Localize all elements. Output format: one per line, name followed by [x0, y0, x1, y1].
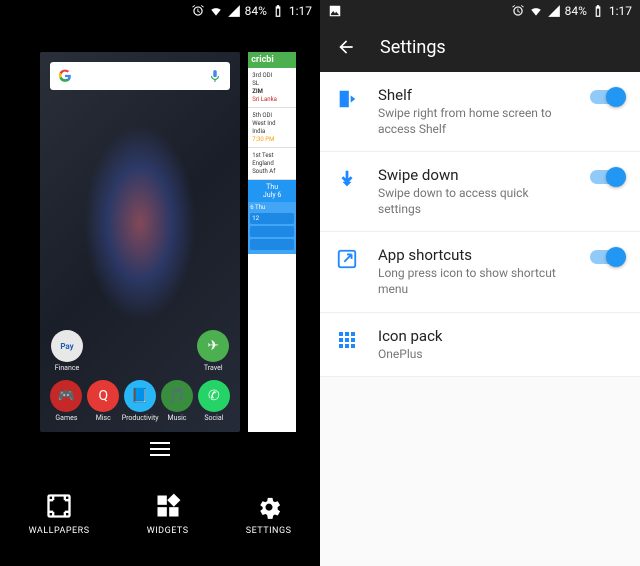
battery-icon [591, 4, 605, 18]
swipe-down-icon [336, 168, 358, 190]
clock-text: 1:17 [609, 4, 632, 18]
launcher-actions: WALLPAPERS WIDGETS SETTINGS [0, 492, 320, 536]
toggle-switch[interactable] [590, 90, 624, 104]
app-label: Travel [204, 364, 223, 372]
toggle-switch[interactable] [590, 170, 624, 184]
battery-text: 84% [245, 4, 267, 18]
toggle-switch[interactable] [590, 250, 624, 264]
app-icon: Q [87, 380, 119, 412]
calendar-header: Thu July 6 [248, 180, 296, 202]
app-icon: Pay [51, 330, 83, 362]
app-label: Productivity [122, 414, 159, 422]
app-label: Social [204, 414, 223, 422]
app-grid: Pay Finance ✈ Travel 🎮 Games Q Misc 📘 Productivi… [48, 330, 232, 422]
setting-title: Icon pack [378, 327, 624, 345]
app-icon: ✈ [197, 330, 229, 362]
app-finance[interactable]: Pay Finance [48, 330, 86, 372]
app-misc[interactable]: Q Misc [85, 380, 122, 422]
mic-icon[interactable] [208, 69, 222, 83]
widget-preview[interactable]: cricbi 3rd ODI SL ZIM Sri Lanka 5th ODI … [248, 52, 296, 432]
match-2: 5th ODI West Ind India 7:30 PM [248, 108, 296, 148]
launcher-overview: Pay Finance ✈ Travel 🎮 Games Q Misc 📘 Productivi… [0, 22, 320, 566]
setting-title: Shelf [378, 86, 570, 104]
setting-icon-pack[interactable]: Icon pack OnePlus [320, 313, 640, 378]
wallpapers-icon [45, 492, 73, 520]
statusbar-left: 84% 1:17 [0, 0, 320, 22]
google-logo-icon [58, 69, 72, 83]
picture-icon [328, 4, 342, 18]
phone-launcher: 84% 1:17 PayFinance✈Travel 🎮GamesQMisc📘P… [0, 0, 320, 566]
page-title: Settings [380, 37, 446, 58]
app-label: Games [55, 414, 77, 422]
settings-list: Shelf Swipe right from home screen to acc… [320, 72, 640, 377]
app-games[interactable]: 🎮 Games [48, 380, 85, 422]
setting-subtitle: Swipe right from home screen to access S… [378, 106, 570, 137]
wifi-icon [529, 4, 543, 18]
alarm-icon [511, 4, 525, 18]
app-drawer-handle-icon[interactable] [150, 442, 170, 456]
wifi-icon [209, 4, 223, 18]
app-social[interactable]: ✆ Social [195, 380, 232, 422]
app-label: Misc [96, 414, 111, 422]
signal-icon [547, 4, 561, 18]
signal-icon [227, 4, 241, 18]
alarm-icon [191, 4, 205, 18]
app-travel[interactable]: ✈ Travel [194, 330, 232, 372]
app-label: Finance [55, 364, 80, 372]
battery-icon [271, 4, 285, 18]
setting-app-shortcuts[interactable]: App shortcuts Long press icon to show sho… [320, 232, 640, 312]
gear-icon [255, 492, 283, 520]
home-preview[interactable]: Pay Finance ✈ Travel 🎮 Games Q Misc 📘 Productivi… [40, 52, 240, 432]
cricbuzz-header: cricbi [248, 52, 296, 68]
settings-button[interactable]: SETTINGS [246, 492, 292, 536]
back-button[interactable] [336, 37, 356, 57]
battery-text: 84% [565, 4, 587, 18]
widgets-icon [154, 492, 182, 520]
setting-subtitle: OnePlus [378, 347, 624, 363]
shelf-icon [336, 88, 358, 110]
google-search-bar[interactable] [50, 62, 230, 90]
wallpapers-button[interactable]: WALLPAPERS [29, 492, 90, 536]
app-label: Music [168, 414, 187, 422]
app-icon: 📘 [124, 380, 156, 412]
app-shortcuts-icon [336, 248, 358, 270]
setting-subtitle: Long press icon to show shortcut menu [378, 266, 570, 297]
app-icon: ✆ [198, 380, 230, 412]
match-1: 3rd ODI SL ZIM Sri Lanka [248, 68, 296, 108]
setting-title: Swipe down [378, 166, 570, 184]
setting-title: App shortcuts [378, 246, 570, 264]
setting-swipe-down[interactable]: Swipe down Swipe down to access quick set… [320, 152, 640, 232]
app-music[interactable]: 🎵 Music [159, 380, 196, 422]
setting-shelf[interactable]: Shelf Swipe right from home screen to acc… [320, 72, 640, 152]
app-productivity[interactable]: 📘 Productivity [122, 380, 159, 422]
app-icon: 🎮 [50, 380, 82, 412]
widgets-button[interactable]: WIDGETS [147, 492, 189, 536]
appbar: Settings [320, 22, 640, 72]
app-icon: 🎵 [161, 380, 193, 412]
calendar-body: 6 Thu 12 [248, 202, 296, 254]
phone-settings: 84% 1:17 Settings Shelf Swipe right from … [320, 0, 640, 566]
match-3: 1st Test England South Af [248, 148, 296, 180]
setting-subtitle: Swipe down to access quick settings [378, 186, 570, 217]
statusbar-right: 84% 1:17 [320, 0, 640, 22]
icon-pack-icon [336, 329, 358, 351]
clock-text: 1:17 [289, 4, 312, 18]
